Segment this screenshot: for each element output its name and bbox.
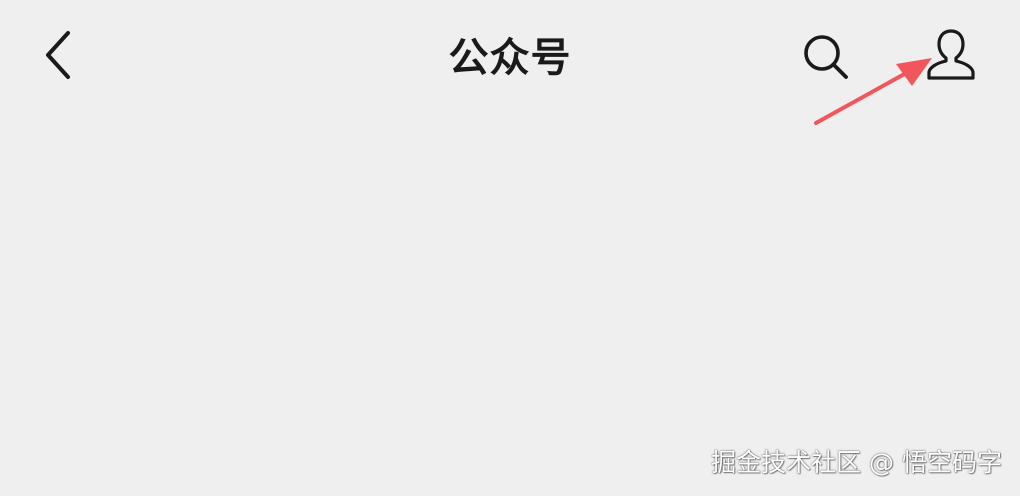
page-title: 公众号 xyxy=(448,35,572,81)
user-icon xyxy=(927,29,975,80)
profile-button[interactable] xyxy=(918,22,984,88)
navigation-bar: 公众号 xyxy=(0,0,1020,112)
search-icon xyxy=(804,35,848,79)
back-button[interactable] xyxy=(28,22,88,88)
search-button[interactable] xyxy=(794,26,858,88)
watermark: 掘金技术社区 @ 悟空码字 xyxy=(711,448,1002,477)
chevron-left-icon xyxy=(46,31,70,79)
